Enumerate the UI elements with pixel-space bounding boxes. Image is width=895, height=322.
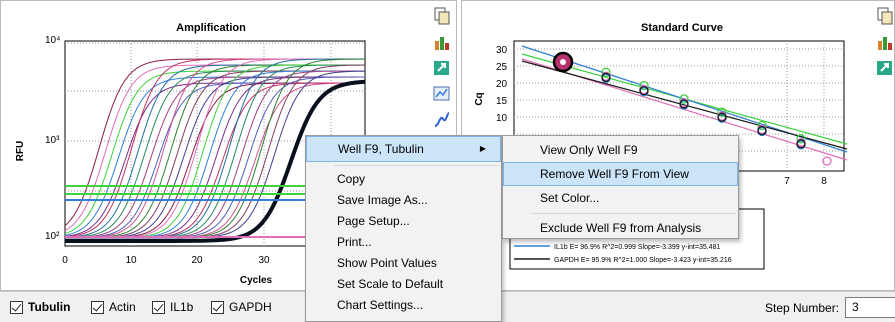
step-number-label: Step Number: xyxy=(765,301,840,315)
amp-y-tick: 10⁴ xyxy=(45,35,60,46)
checkbox-tubulin[interactable]: Tubulin xyxy=(10,300,70,314)
curve-icon[interactable] xyxy=(433,111,451,129)
amp-x-tick: 10 xyxy=(125,255,137,266)
chart-context-menu: Well F9, Tubulin ▶ Copy Save Image As...… xyxy=(305,135,502,322)
checkbox-label: Tubulin xyxy=(28,300,71,314)
step-number-select[interactable]: 3 xyxy=(845,297,895,318)
amplification-toolbar xyxy=(433,7,455,137)
menu-item-print[interactable]: Print... xyxy=(306,232,501,253)
menu-item-label: View Only Well F9 xyxy=(540,143,638,157)
amp-y-tick: 10² xyxy=(45,231,60,242)
amp-x-tick: 30 xyxy=(258,255,270,266)
menu-item-page-setup[interactable]: Page Setup... xyxy=(306,211,501,232)
standard-curve-title: Standard Curve xyxy=(641,22,723,34)
menu-item-save-image[interactable]: Save Image As... xyxy=(306,190,501,211)
well-submenu: View Only Well F9 Remove Well F9 From Vi… xyxy=(502,135,739,239)
checkbox-box[interactable] xyxy=(152,300,165,314)
chart-tool-icon[interactable] xyxy=(876,33,894,51)
export-icon[interactable] xyxy=(433,59,451,77)
submenu-arrow-icon: ▶ xyxy=(479,144,486,153)
menu-item-copy[interactable]: Copy xyxy=(306,169,501,190)
menu-item-label: Set Scale to Default xyxy=(337,277,444,291)
legend-entry: IL1b E= 96.9% R^2=0.999 Slope=-3.399 y-i… xyxy=(554,244,720,251)
menu-item-exclude-well[interactable]: Exclude Well F9 from Analysis xyxy=(503,217,738,239)
std-y-tick: 20 xyxy=(496,79,508,90)
menu-item-label: Print... xyxy=(337,235,372,249)
std-y-tick: 15 xyxy=(496,96,508,107)
std-x-tick: 8 xyxy=(821,176,827,187)
checkbox-il1b[interactable]: IL1b xyxy=(152,300,193,314)
menu-item-set-color[interactable]: Set Color... xyxy=(503,186,738,210)
std-y-tick: 10 xyxy=(496,113,508,124)
selected-well-point-center xyxy=(560,59,566,65)
standard-curve-toolbar xyxy=(876,7,895,85)
std-y-tick: 30 xyxy=(496,45,508,56)
copy-icon[interactable] xyxy=(433,7,451,25)
checkbox-label: IL1b xyxy=(170,300,194,314)
amplification-title: Amplification xyxy=(176,22,246,34)
menu-item-label: Chart Settings... xyxy=(337,298,424,312)
std-y-axis-label: Cq xyxy=(474,92,485,105)
checkbox-box[interactable] xyxy=(211,300,224,314)
menu-item-chart-settings[interactable]: Chart Settings... xyxy=(306,295,501,316)
amp-x-tick: 20 xyxy=(191,255,203,266)
menu-item-show-point-values[interactable]: Show Point Values xyxy=(306,253,501,274)
menu-separator xyxy=(531,213,736,214)
legend-entry: GAPDH E= 95.9% R^2=1.000 Slope=-3.423 y-… xyxy=(554,257,732,264)
export-icon[interactable] xyxy=(876,59,894,77)
zoom-icon[interactable] xyxy=(433,85,451,103)
checkbox-actin[interactable]: Actin xyxy=(91,300,136,314)
menu-item-view-only-well[interactable]: View Only Well F9 xyxy=(503,138,738,162)
menu-item-label: Set Color... xyxy=(540,191,600,205)
amp-y-tick: 10³ xyxy=(45,135,60,146)
std-x-tick: 7 xyxy=(784,176,790,187)
std-y-tick: 25 xyxy=(496,62,508,73)
checkbox-box[interactable] xyxy=(10,300,23,314)
checkbox-label: Actin xyxy=(109,300,136,314)
menu-item-label: Page Setup... xyxy=(337,214,410,228)
menu-item-label: Copy xyxy=(337,172,366,186)
checkbox-label: GAPDH xyxy=(229,300,272,314)
checkbox-box[interactable] xyxy=(91,300,104,314)
amp-y-axis-label: RFU xyxy=(15,141,26,162)
chart-tool-icon[interactable] xyxy=(433,33,451,51)
checkbox-gapdh[interactable]: GAPDH xyxy=(211,300,272,314)
amp-x-axis-label: Cycles xyxy=(240,275,273,286)
copy-icon[interactable] xyxy=(876,7,894,25)
menu-item-label: Well F9, Tubulin xyxy=(338,142,424,156)
menu-item-remove-well-from-view[interactable]: Remove Well F9 From View xyxy=(503,162,738,186)
step-number-value: 3 xyxy=(852,300,859,314)
menu-item-label: Remove Well F9 From View xyxy=(540,167,689,181)
menu-item-label: Show Point Values xyxy=(337,256,437,270)
menu-item-well-f9-tubulin[interactable]: Well F9, Tubulin ▶ xyxy=(306,136,501,162)
menu-item-set-scale-default[interactable]: Set Scale to Default xyxy=(306,274,501,295)
menu-item-label: Save Image As... xyxy=(337,193,428,207)
menu-separator xyxy=(334,165,499,166)
amp-x-tick: 0 xyxy=(62,255,68,266)
menu-item-label: Exclude Well F9 from Analysis xyxy=(540,221,702,235)
